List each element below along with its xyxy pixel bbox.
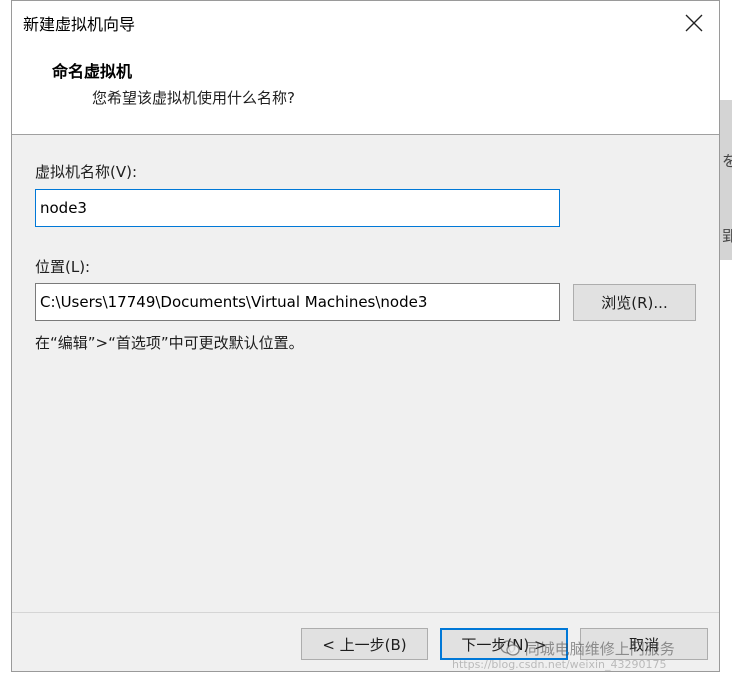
window-title: 新建虚拟机向导 — [23, 15, 136, 34]
location-input[interactable] — [35, 283, 560, 321]
back-button[interactable]: < 上一步(B) — [301, 628, 428, 660]
next-button[interactable]: 下一步(N) > — [440, 628, 568, 660]
background-window-char: を — [722, 152, 732, 170]
footer-divider — [12, 612, 719, 613]
new-vm-wizard-dialog: 新建虚拟机向导 命名虚拟机 您希望该虚拟机使用什么名称? 虚拟机名称(V): 位… — [11, 0, 720, 672]
cancel-button[interactable]: 取消 — [580, 628, 708, 660]
close-button[interactable] — [677, 6, 711, 40]
browse-button-label: 浏览(R)... — [601, 294, 668, 312]
vm-name-input[interactable] — [35, 189, 560, 227]
location-hint: 在“编辑”>“首选项”中可更改默认位置。 — [35, 334, 304, 352]
vm-name-label: 虚拟机名称(V): — [35, 163, 138, 181]
page-title: 命名虚拟机 — [52, 62, 133, 81]
wizard-header: 命名虚拟机 您希望该虚拟机使用什么名称? — [12, 47, 719, 135]
page-subtitle: 您希望该虚拟机使用什么名称? — [92, 89, 295, 107]
background-window-char: 郢 — [722, 227, 732, 245]
browse-button[interactable]: 浏览(R)... — [573, 284, 696, 321]
cancel-button-label: 取消 — [628, 635, 659, 654]
location-label: 位置(L): — [35, 258, 91, 276]
title-bar: 新建虚拟机向导 — [12, 1, 719, 47]
back-button-label: < 上一步(B) — [322, 635, 407, 654]
next-button-label: 下一步(N) > — [461, 635, 547, 654]
close-icon — [685, 14, 703, 32]
